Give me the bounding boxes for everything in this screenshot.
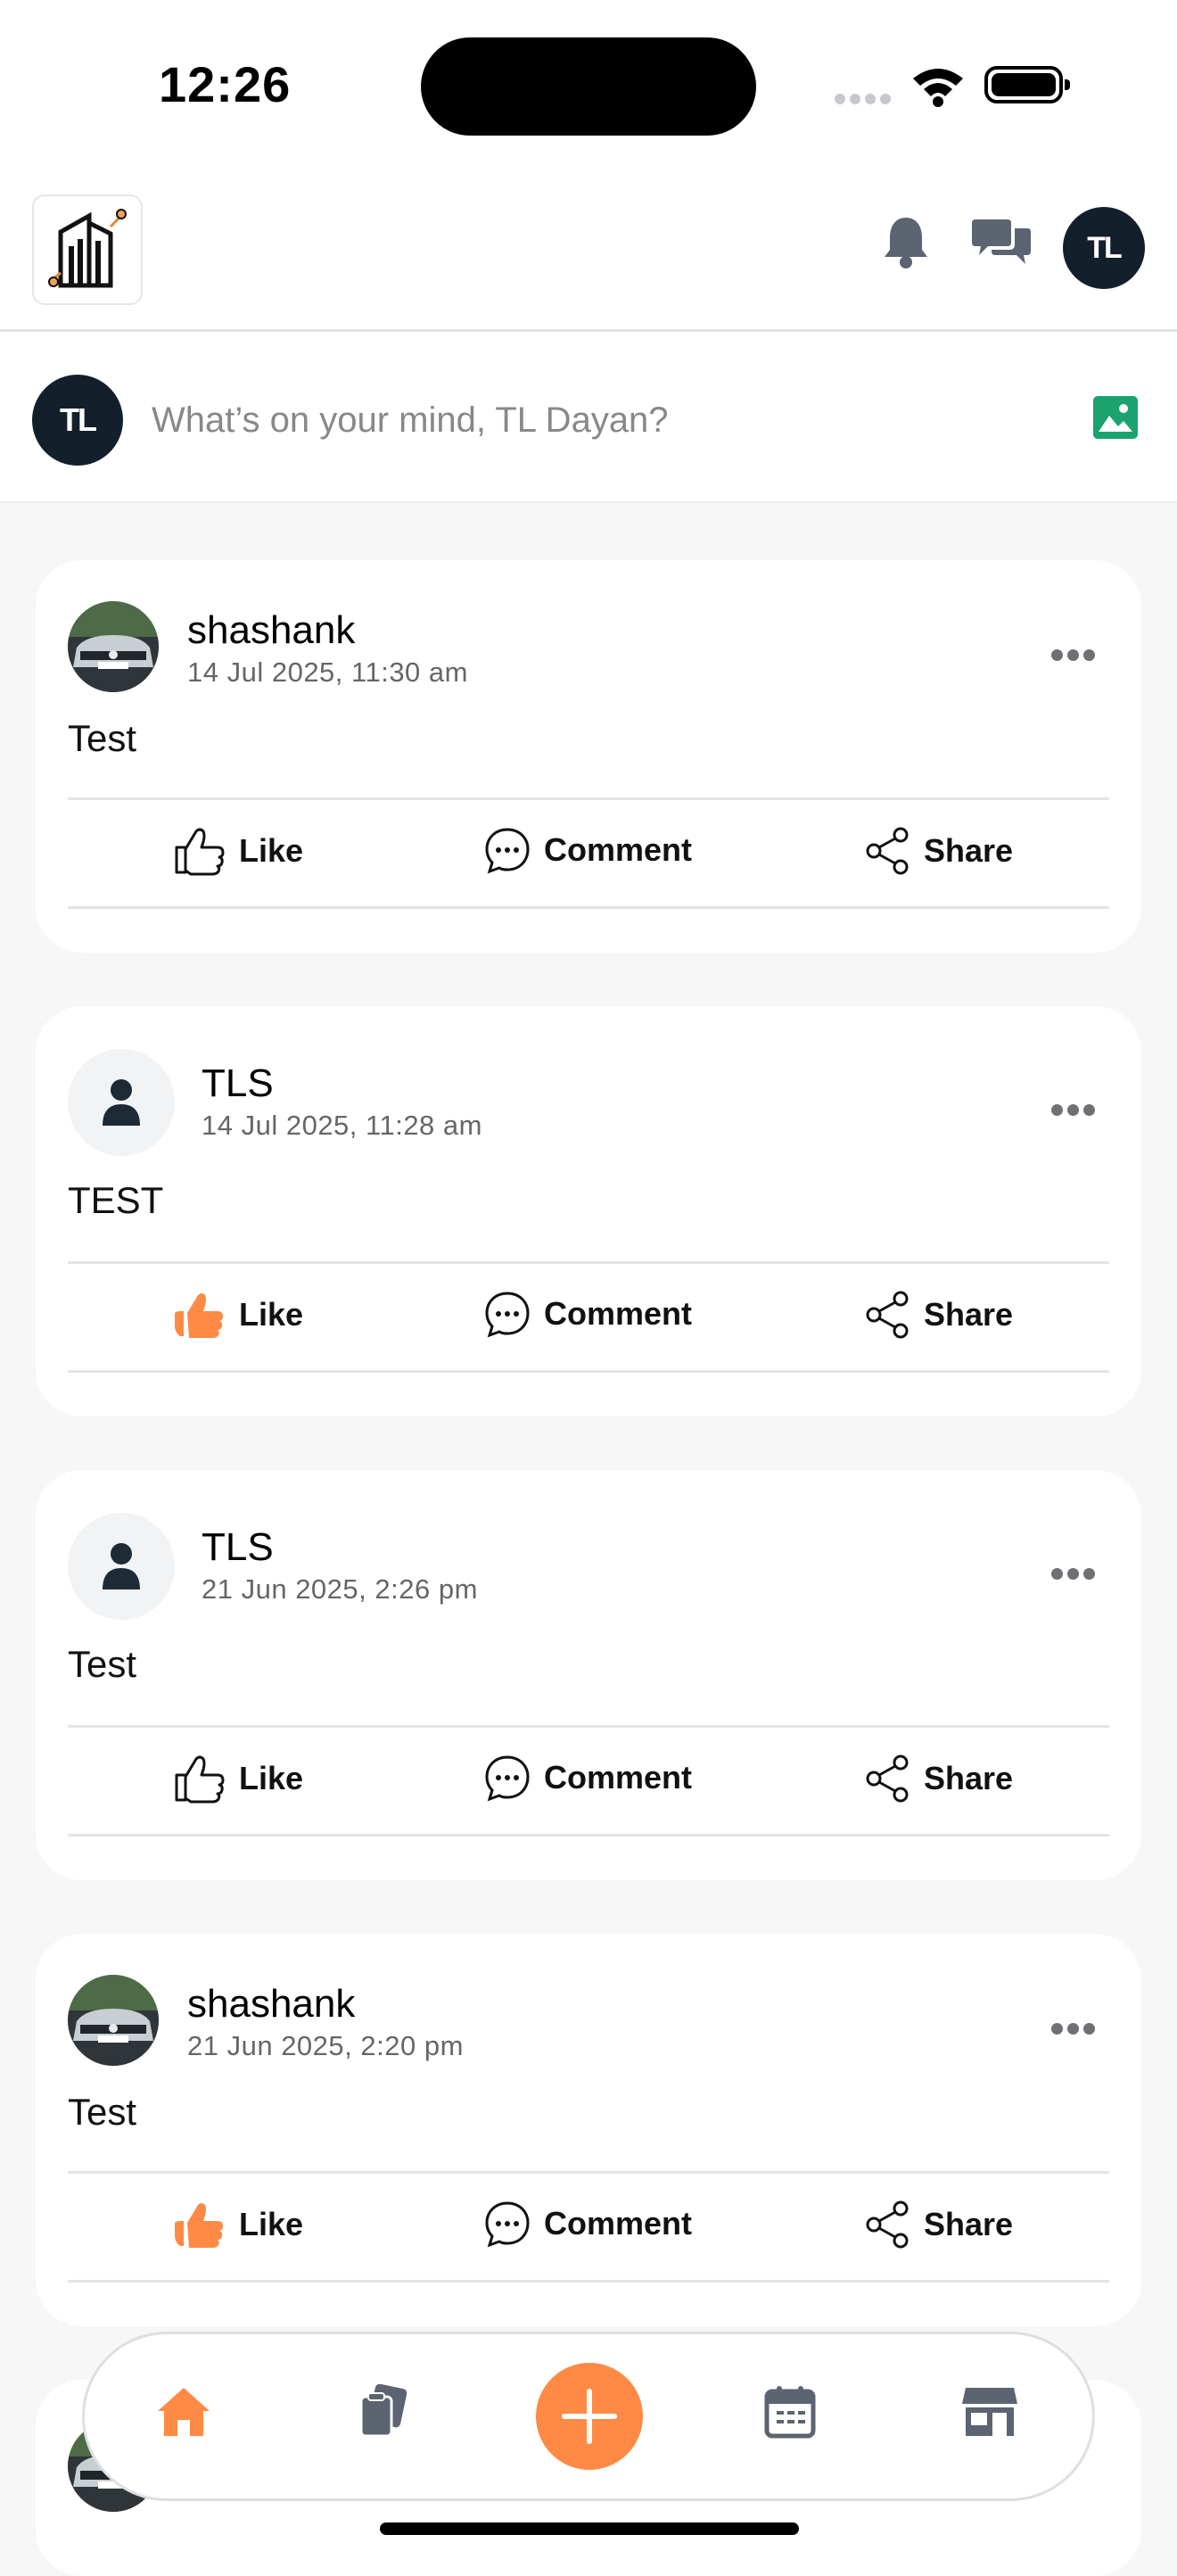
like-label: Like xyxy=(239,832,304,869)
bell-icon[interactable] xyxy=(881,214,931,274)
like-label: Like xyxy=(239,1296,304,1333)
post-timestamp: 14 Jul 2025, 11:30 am xyxy=(187,656,468,688)
share-button[interactable]: Share xyxy=(863,2200,1013,2250)
thumbs-up-filled-icon xyxy=(173,2200,226,2250)
post-card: shashank 14 Jul 2025, 11:30 am Test Like Com… xyxy=(36,560,1141,953)
building-logo-icon[interactable] xyxy=(32,194,143,305)
share-label: Share xyxy=(924,1296,1014,1333)
action-divider-top xyxy=(68,1261,1109,1264)
like-label: Like xyxy=(239,1760,304,1796)
like-button[interactable]: Like xyxy=(173,1290,303,1340)
author-avatar[interactable] xyxy=(68,1975,159,2066)
comment-icon xyxy=(483,1290,531,1338)
share-icon xyxy=(863,826,911,876)
composer-avatar: TL xyxy=(32,375,123,466)
documents-icon[interactable] xyxy=(358,2383,407,2444)
post-text: Test xyxy=(68,717,137,759)
post-timestamp: 21 Jun 2025, 2:26 pm xyxy=(202,1573,478,1605)
comment-icon xyxy=(483,1754,531,1802)
post-author[interactable]: TLS xyxy=(202,1525,274,1570)
post-card: shashank 21 Jun 2025, 2:20 pm Test Like Comm… xyxy=(36,1934,1141,2326)
add-icon[interactable] xyxy=(536,2363,643,2470)
action-divider-bottom xyxy=(68,1370,1109,1373)
comment-label: Comment xyxy=(544,2205,693,2242)
share-label: Share xyxy=(924,1760,1014,1796)
post-timestamp: 14 Jul 2025, 11:28 am xyxy=(202,1110,482,1141)
status-bar: 12:26 xyxy=(0,0,1177,169)
more-options-icon[interactable] xyxy=(1047,2023,1095,2035)
author-avatar[interactable] xyxy=(68,1513,175,1620)
share-icon xyxy=(863,1754,911,1804)
like-button[interactable]: Like xyxy=(173,826,303,876)
post-card: TLS 14 Jul 2025, 11:28 am TEST Like Comment S… xyxy=(36,1006,1141,1416)
calendar-icon[interactable] xyxy=(764,2384,816,2444)
app-header: TL xyxy=(0,169,1177,332)
action-divider-bottom xyxy=(68,1834,1109,1837)
like-label: Like xyxy=(239,2206,304,2242)
chat-bubbles-icon[interactable] xyxy=(972,214,1031,274)
comment-icon xyxy=(483,826,531,874)
action-divider-bottom xyxy=(68,2280,1109,2283)
share-label: Share xyxy=(924,2206,1014,2242)
action-divider-bottom xyxy=(68,906,1109,909)
comment-button[interactable]: Comment xyxy=(483,1290,692,1338)
bottom-navigation xyxy=(82,2332,1095,2501)
home-indicator xyxy=(380,2522,799,2535)
comment-button[interactable]: Comment xyxy=(483,2200,692,2248)
share-label: Share xyxy=(924,832,1014,869)
share-icon xyxy=(863,2200,911,2250)
more-options-icon[interactable] xyxy=(1047,649,1095,661)
share-button[interactable]: Share xyxy=(863,1290,1013,1340)
comment-button[interactable]: Comment xyxy=(483,826,692,874)
post-text: Test xyxy=(68,2091,137,2133)
wifi-icon xyxy=(910,64,967,111)
author-avatar[interactable] xyxy=(68,601,159,692)
cellular-signal-icon xyxy=(835,93,895,109)
like-button[interactable]: Like xyxy=(173,1754,303,1804)
comment-button[interactable]: Comment xyxy=(483,1754,692,1802)
comment-label: Comment xyxy=(544,831,693,868)
image-icon[interactable] xyxy=(1093,396,1138,439)
post-timestamp: 21 Jun 2025, 2:20 pm xyxy=(187,2030,464,2061)
post-author[interactable]: shashank xyxy=(187,1982,355,2027)
author-avatar[interactable] xyxy=(68,1049,175,1156)
comment-label: Comment xyxy=(544,1759,693,1796)
post-author[interactable]: TLS xyxy=(202,1061,274,1106)
post-author[interactable]: shashank xyxy=(187,608,355,653)
post-text: Test xyxy=(68,1643,137,1685)
action-divider-top xyxy=(68,797,1109,800)
store-icon[interactable] xyxy=(962,2384,1017,2444)
home-icon[interactable] xyxy=(156,2384,211,2444)
post-text: TEST xyxy=(68,1179,164,1221)
share-icon xyxy=(863,1290,911,1340)
status-time: 12:26 xyxy=(159,56,292,112)
more-options-icon[interactable] xyxy=(1047,1104,1095,1116)
thumbs-up-icon xyxy=(173,1754,226,1804)
thumbs-up-filled-icon xyxy=(173,1290,226,1340)
post-card: TLS 21 Jun 2025, 2:26 pm Test Like Comment Sh… xyxy=(36,1470,1141,1880)
action-divider-top xyxy=(68,1725,1109,1728)
share-button[interactable]: Share xyxy=(863,826,1013,876)
comment-icon xyxy=(483,2200,531,2248)
share-button[interactable]: Share xyxy=(863,1754,1013,1804)
thumbs-up-icon xyxy=(173,826,226,876)
like-button[interactable]: Like xyxy=(173,2200,303,2250)
more-options-icon[interactable] xyxy=(1047,1568,1095,1580)
dynamic-island xyxy=(421,37,756,136)
profile-avatar[interactable]: TL xyxy=(1063,207,1145,289)
composer-input[interactable] xyxy=(150,385,1045,455)
action-divider-top xyxy=(68,2171,1109,2174)
comment-label: Comment xyxy=(544,1295,693,1332)
post-composer: TL xyxy=(0,332,1177,503)
battery-icon xyxy=(984,66,1070,103)
